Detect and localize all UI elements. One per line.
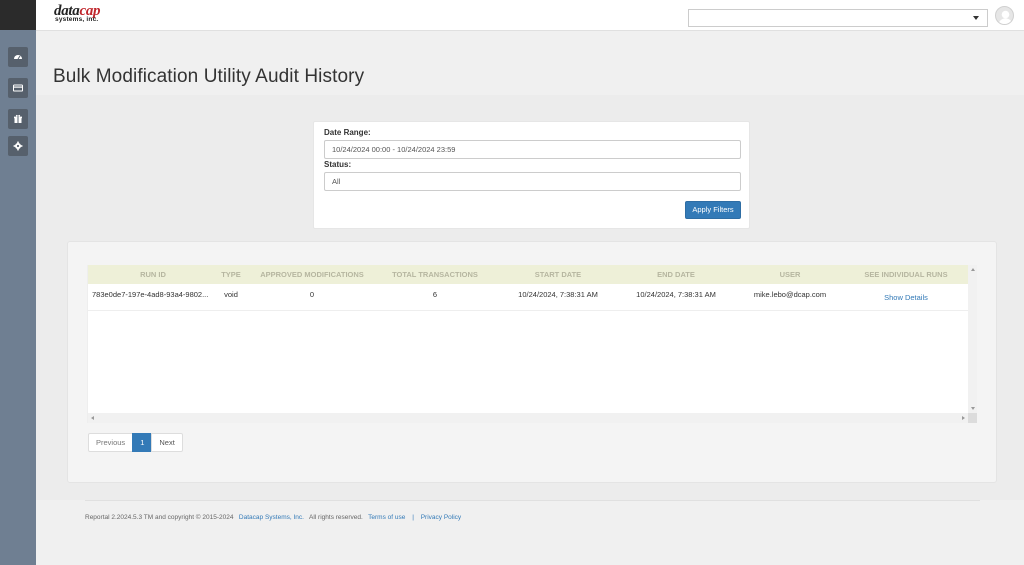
column-header-end-date[interactable]: END DATE [621,265,731,284]
sidebar-item-dashboard[interactable] [8,47,28,67]
sidebar-item-settings[interactable] [8,136,28,156]
column-header-type[interactable]: TYPE [213,265,249,284]
footer-copyright: Reportal 2.2024.5.3 TM and copyright © 2… [85,514,234,521]
user-avatar-icon[interactable] [995,6,1014,25]
gear-icon [13,141,23,151]
credit-card-icon [13,84,23,92]
cell-run-id: 783e0de7-197e-4ad8-93a4-9802... [92,290,209,299]
sidebar-item-gifts[interactable] [8,109,28,129]
results-panel: RUN ID TYPE APPROVED MODIFICATIONS TOTAL… [67,241,997,483]
horizontal-scrollbar[interactable] [88,413,968,423]
cell-type: void [224,290,238,299]
show-details-link[interactable]: Show Details [846,287,966,309]
cell-total-transactions: 6 [432,290,438,299]
cell-start-date: 10/24/2024, 7:38:31 AM [518,290,598,299]
cell-end-date: 10/24/2024, 7:38:31 AM [636,290,716,299]
left-sidebar [0,0,36,565]
vertical-scrollbar[interactable] [968,265,977,413]
page-title: Bulk Modification Utility Audit History [53,66,365,87]
column-header-total-transactions[interactable]: TOTAL TRANSACTIONS [380,265,490,284]
next-page-button[interactable]: Next [151,433,183,452]
scrollbar-corner [968,413,977,423]
previous-page-button[interactable]: Previous [88,433,134,452]
table-header: RUN ID TYPE APPROVED MODIFICATIONS TOTAL… [88,265,968,284]
column-header-run-id[interactable]: RUN ID [88,265,218,284]
dashboard-icon [14,55,22,60]
date-range-input[interactable]: 10/24/2024 00:00 - 10/24/2024 23:59 [324,140,741,159]
footer-divider [85,500,980,501]
cell-approved-modifications: 0 [309,290,315,299]
scroll-up-icon[interactable] [971,268,975,271]
table-row: 783e0de7-197e-4ad8-93a4-9802... void 0 6… [88,284,968,311]
location-select[interactable] [688,9,988,27]
scroll-left-icon[interactable] [91,416,94,420]
privacy-policy-link[interactable]: Privacy Policy [421,514,461,521]
scroll-down-icon[interactable] [971,407,975,410]
footer-rights: All rights reserved. [309,514,363,521]
column-header-user[interactable]: USER [738,265,842,284]
filters-card: Date Range: 10/24/2024 00:00 - 10/24/202… [313,121,750,229]
pagination: Previous 1 Next [88,433,183,452]
gift-icon [14,114,22,123]
status-input[interactable]: All [324,172,741,191]
audit-history-table: RUN ID TYPE APPROVED MODIFICATIONS TOTAL… [87,265,977,423]
cell-user: mike.lebo@dcap.com [753,290,827,299]
page-1-button[interactable]: 1 [132,433,153,452]
terms-of-use-link[interactable]: Terms of use [368,514,405,521]
status-label: Status: [324,160,352,169]
sidebar-header [0,0,36,30]
column-header-start-date[interactable]: START DATE [503,265,613,284]
footer-separator: | [412,514,414,521]
datacap-logo[interactable]: datacap systems, inc. [54,4,138,24]
date-range-label: Date Range: [324,128,371,137]
sidebar-item-payments[interactable] [8,78,28,98]
column-header-see-individual-runs: SEE INDIVIDUAL RUNS [864,270,948,279]
chevron-down-icon [973,16,979,20]
apply-filters-button[interactable]: Apply Filters [685,201,741,219]
footer: Reportal 2.2024.5.3 TM and copyright © 2… [85,514,461,521]
column-header-approved-modifications[interactable]: APPROVED MODIFICATIONS [252,265,372,284]
footer-company-link[interactable]: Datacap Systems, Inc. [239,514,304,521]
scroll-right-icon[interactable] [962,416,965,420]
top-header: datacap systems, inc. [36,0,1024,31]
